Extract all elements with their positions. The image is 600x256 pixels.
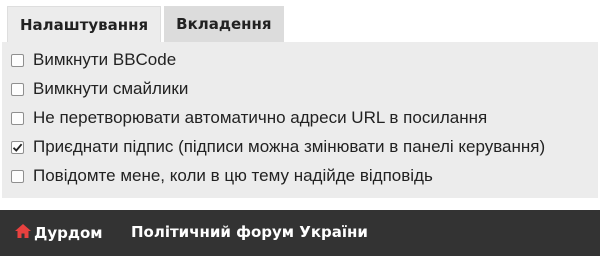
forum-link[interactable]: Політичний форум України — [131, 223, 368, 241]
home-link[interactable]: Дурдом — [14, 223, 103, 243]
option-disable-magic-url[interactable]: Не перетворювати автоматично адреси URL … — [11, 108, 487, 128]
option-label: Вимкнути смайлики — [33, 79, 189, 98]
checkbox[interactable] — [11, 140, 24, 154]
home-label: Дурдом — [34, 224, 103, 242]
tab-settings[interactable]: Налаштування — [7, 6, 162, 43]
option-notify-reply[interactable]: Повідомте мене, коли в цю тему надійде в… — [11, 166, 433, 186]
option-label: Приєднати підпис (підписи можна змінюват… — [33, 137, 546, 156]
option-label: Не перетворювати автоматично адреси URL … — [33, 108, 488, 127]
option-label: Повідомте мене, коли в цю тему надійде в… — [33, 166, 433, 185]
option-disable-smilies[interactable]: Вимкнути смайлики — [11, 79, 188, 99]
checkbox[interactable] — [11, 169, 24, 183]
checkbox[interactable] — [11, 53, 24, 67]
tab-attachments[interactable]: Вкладення — [164, 6, 284, 42]
options-panel: Вимкнути BBCode Вимкнути смайлики Не пер… — [2, 42, 598, 198]
tab-bar: Налаштування Вкладення — [7, 6, 284, 43]
option-disable-bbcode[interactable]: Вимкнути BBCode — [11, 50, 176, 70]
checkbox[interactable] — [11, 111, 24, 125]
footer-navbar: Дурдом Політичний форум України — [0, 210, 600, 256]
checkbox[interactable] — [11, 82, 24, 96]
option-attach-signature[interactable]: Приєднати підпис (підписи можна змінюват… — [11, 137, 545, 157]
option-label: Вимкнути BBCode — [33, 50, 177, 69]
home-icon — [14, 223, 32, 243]
